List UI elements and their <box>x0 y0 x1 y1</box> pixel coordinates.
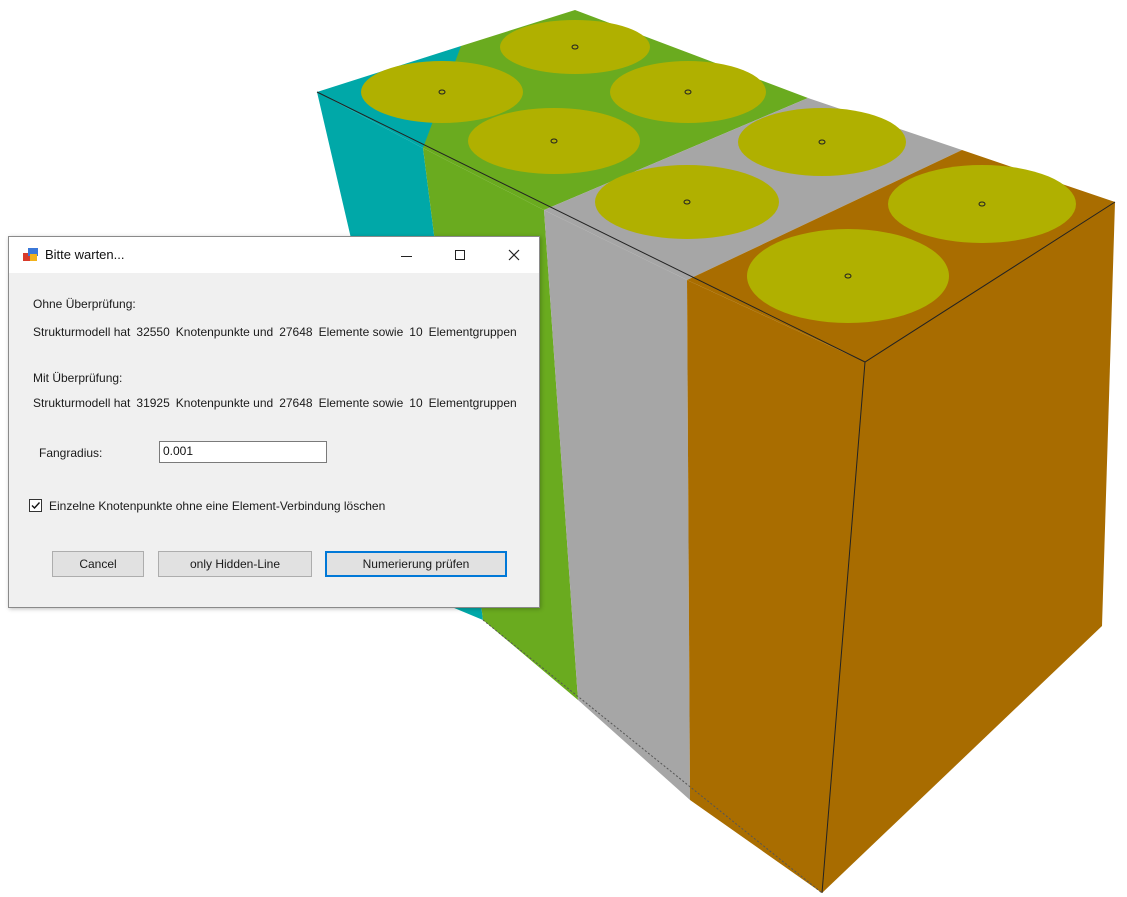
cylinder-top <box>888 165 1076 243</box>
group-count: 10 <box>409 325 423 339</box>
block-front-gray <box>544 210 690 800</box>
group-label: Elementgruppen <box>428 396 517 410</box>
summary-prefix: Strukturmodell hat <box>33 396 131 410</box>
summary-prefix: Strukturmodell hat <box>33 325 131 339</box>
delete-isolated-label[interactable]: Einzelne Knotenpunkte ohne eine Element-… <box>49 499 385 513</box>
node-count: 31925 <box>136 396 170 410</box>
minimize-button[interactable] <box>383 237 429 273</box>
hidden-line-button[interactable]: only Hidden-Line <box>158 551 312 577</box>
close-button[interactable] <box>491 237 537 273</box>
cylinder-top <box>595 165 779 239</box>
minimize-icon <box>400 255 412 257</box>
title-bar[interactable]: Bitte warten... <box>9 237 539 273</box>
group-label: Elementgruppen <box>428 325 517 339</box>
cylinder-top <box>500 20 650 74</box>
checkmark-icon <box>31 502 41 510</box>
cylinder-top <box>747 229 949 323</box>
maximize-icon <box>455 250 465 260</box>
element-count: 27648 <box>279 396 313 410</box>
element-count: 27648 <box>279 325 313 339</box>
wait-dialog: Bitte warten... Ohne Überprüfung: Strukt… <box>8 236 540 608</box>
element-label: Elemente sowie <box>318 396 404 410</box>
cylinder-top <box>738 108 906 176</box>
with-check-summary: Strukturmodell hat 31925 Knotenpunkte und 2… <box>33 396 541 410</box>
app-icon <box>23 248 38 261</box>
with-check-heading: Mit Überprüfung: <box>33 371 123 385</box>
without-check-heading: Ohne Überprüfung: <box>33 297 136 311</box>
cylinder-top <box>610 61 766 123</box>
element-label: Elemente sowie <box>318 325 404 339</box>
capture-radius-label: Fangradius: <box>39 446 103 460</box>
delete-isolated-checkbox[interactable] <box>29 499 42 512</box>
close-icon <box>508 249 520 261</box>
node-label: Knotenpunkte und <box>175 325 274 339</box>
cylinder-top <box>361 61 523 123</box>
group-count: 10 <box>409 396 423 410</box>
cancel-button[interactable]: Cancel <box>52 551 144 577</box>
check-numbering-button[interactable]: Numerierung prüfen <box>325 551 507 577</box>
without-check-summary: Strukturmodell hat 32550 Knotenpunkte und 2… <box>33 325 541 339</box>
node-count: 32550 <box>136 325 170 339</box>
node-label: Knotenpunkte und <box>175 396 274 410</box>
maximize-button[interactable] <box>437 237 483 273</box>
dialog-title: Bitte warten... <box>45 247 125 262</box>
capture-radius-input[interactable]: 0.001 <box>159 441 327 463</box>
cylinder-top <box>468 108 640 174</box>
